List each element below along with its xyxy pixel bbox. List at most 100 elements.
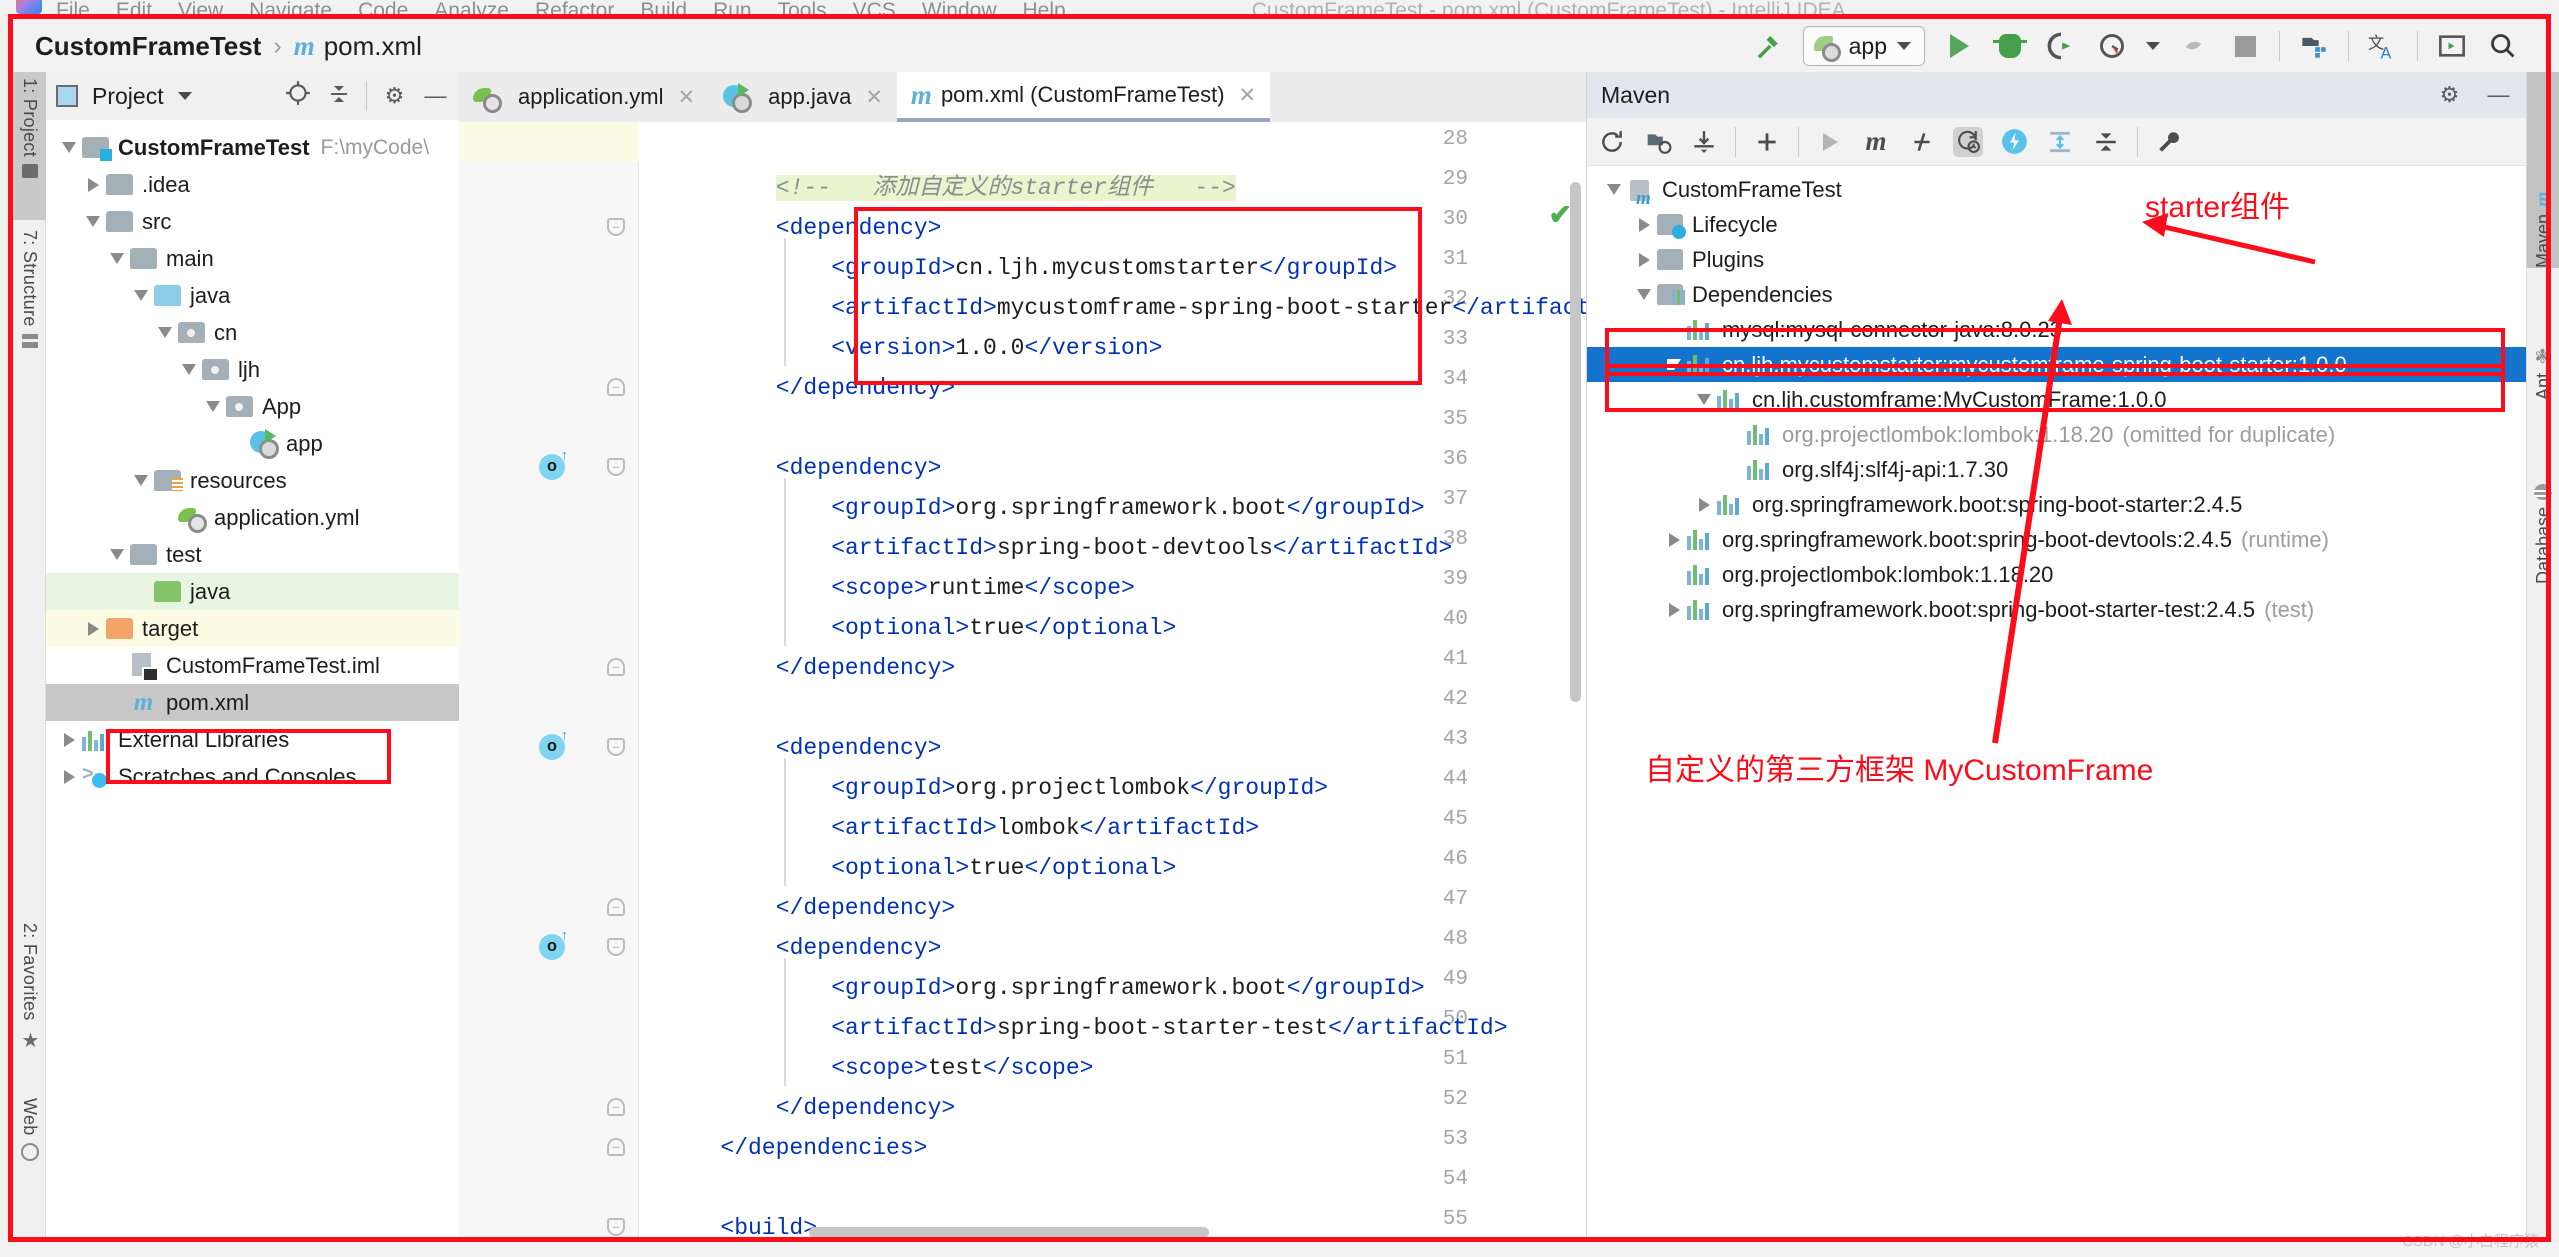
tree-row[interactable]: java [46, 277, 459, 314]
run-icon[interactable] [1942, 29, 1976, 63]
add-icon[interactable] [1752, 127, 1782, 157]
maven-tree-row[interactable]: org.slf4j:slf4j-api:1.7.30 [1587, 452, 2526, 487]
code-line[interactable]: <scope>runtime</scope> [831, 568, 1135, 608]
editor-tab[interactable]: app.java ✕ [709, 72, 897, 122]
close-icon[interactable]: ✕ [865, 85, 883, 110]
menu-item-view[interactable]: View [178, 0, 223, 14]
breadcrumb-file[interactable]: pom.xml [324, 31, 422, 62]
menu-item-navigate[interactable]: Navigate [249, 0, 332, 14]
code-fold-toggle[interactable]: − [607, 1098, 625, 1116]
code-line[interactable]: <groupId>org.projectlombok</groupId> [831, 768, 1328, 808]
maven-settings-icon[interactable] [2154, 127, 2184, 157]
chevron-right-icon[interactable] [1631, 217, 1657, 232]
chevron-down-icon[interactable] [152, 327, 178, 338]
close-icon[interactable]: ✕ [1239, 83, 1257, 108]
chevron-down-icon[interactable] [104, 549, 130, 560]
code-line[interactable]: <scope>test</scope> [831, 1048, 1093, 1088]
editor-tab[interactable]: application.yml ✕ [459, 72, 710, 122]
tree-row[interactable]: App [46, 388, 459, 425]
chevron-down-icon[interactable] [176, 364, 202, 375]
maven-tree-row[interactable]: org.projectlombok:lombok:1.18.20 (omitted… [1587, 417, 2526, 452]
code-editor[interactable]: 282930−31323334−3536o−3738394041−4243o−4… [459, 122, 1586, 1242]
hide-icon[interactable]: — [422, 83, 449, 109]
gutter-override-icon[interactable]: o [539, 928, 569, 960]
tree-row[interactable]: src [46, 203, 459, 240]
gutter-override-icon[interactable]: o [539, 728, 569, 760]
code-line[interactable]: <!-- 添加自定义的starter组件 --> [775, 168, 1236, 208]
hammer-build-icon[interactable] [1752, 29, 1786, 63]
sidebar-item-favorites[interactable]: 2: Favorites ★ [13, 917, 46, 1085]
breadcrumb-project[interactable]: CustomFrameTest [35, 31, 261, 62]
tree-row[interactable]: target [46, 610, 459, 647]
maven-tree-row[interactable]: org.springframework.boot:spring-boot-sta… [1587, 592, 2526, 627]
menu-item-build[interactable]: Build [640, 0, 687, 14]
profiler-chevron-down-icon[interactable] [2146, 42, 2160, 50]
hide-icon[interactable]: — [2485, 82, 2512, 108]
code-line[interactable]: <optional>true</optional> [831, 848, 1176, 888]
tree-row[interactable]: CustomFrameTest F:\myCode\ [46, 129, 459, 166]
reload-all-icon[interactable] [1597, 127, 1627, 157]
menu-item-vcs[interactable]: VCS [853, 0, 896, 14]
sidebar-item-project[interactable]: 1: Project [13, 72, 46, 220]
code-fold-toggle[interactable]: − [607, 1138, 625, 1156]
code-line[interactable]: <build> [720, 1208, 817, 1242]
chevron-down-icon[interactable] [128, 475, 154, 486]
run-configuration-selector[interactable]: app [1802, 26, 1925, 66]
tree-row[interactable]: java [46, 573, 459, 610]
sidebar-item-maven[interactable]: Maven m [2527, 72, 2559, 268]
download-sources-icon[interactable] [1689, 127, 1719, 157]
settings-gear-icon[interactable]: ⚙ [381, 83, 408, 109]
debug-icon[interactable] [1993, 29, 2027, 63]
stop-icon[interactable] [2228, 29, 2262, 63]
menu-item-file[interactable]: File [56, 0, 90, 14]
sidebar-item-structure[interactable]: 7: Structure [13, 224, 46, 400]
chevron-right-icon[interactable] [1661, 532, 1687, 547]
chevron-right-icon[interactable] [56, 732, 82, 747]
show-dependencies-icon[interactable] [1999, 127, 2029, 157]
code-fold-toggle[interactable]: − [607, 218, 625, 236]
maven-tree-row[interactable]: Lifecycle [1587, 207, 2526, 242]
project-structure-icon[interactable] [2297, 29, 2331, 63]
chevron-right-icon[interactable] [56, 769, 82, 784]
menu-item-refactor[interactable]: Refactor [535, 0, 614, 14]
code-line[interactable]: </dependency> [776, 888, 955, 928]
maven-tree-row[interactable]: CustomFrameTest [1587, 172, 2526, 210]
chevron-down-icon[interactable] [1601, 184, 1627, 195]
collapse-all-icon[interactable] [2091, 127, 2121, 157]
toggle-skip-tests-icon[interactable] [1907, 127, 1937, 157]
tree-row[interactable]: cn [46, 314, 459, 351]
code-line[interactable]: </dependency> [776, 1088, 955, 1128]
chevron-right-icon[interactable] [1631, 252, 1657, 267]
code-fold-toggle[interactable]: − [607, 1218, 625, 1236]
collapse-all-icon[interactable] [325, 81, 352, 111]
chevron-down-icon[interactable] [128, 290, 154, 301]
code-line[interactable]: </dependencies> [720, 1128, 927, 1168]
editor-horizontal-scrollbar[interactable] [809, 1227, 1209, 1238]
tree-row[interactable]: ljh [46, 351, 459, 388]
attach-icon[interactable] [2177, 29, 2211, 63]
toggle-offline-icon[interactable] [1953, 126, 1983, 157]
code-line[interactable]: </dependency> [776, 648, 955, 688]
code-fold-toggle[interactable]: − [607, 458, 625, 476]
menu-item-code[interactable]: Code [358, 0, 408, 14]
menu-item-tools[interactable]: Tools [778, 0, 827, 14]
gutter-override-icon[interactable]: o [539, 448, 569, 480]
tree-row[interactable]: test [46, 536, 459, 573]
settings-gear-icon[interactable]: ⚙ [2436, 82, 2463, 108]
code-line[interactable]: <artifactId>lombok</artifactId> [831, 808, 1259, 848]
editor-vertical-scrollbar[interactable] [1570, 182, 1581, 702]
code-line[interactable]: <optional>true</optional> [831, 608, 1176, 648]
run-coverage-icon[interactable] [2044, 29, 2078, 63]
code-line[interactable]: <dependency> [776, 728, 942, 768]
chevron-down-icon[interactable] [177, 92, 192, 100]
chevron-down-icon[interactable] [104, 253, 130, 264]
tree-row[interactable]: resources [46, 462, 459, 499]
tree-row[interactable]: main [46, 240, 459, 277]
chevron-right-icon[interactable] [1661, 602, 1687, 617]
expand-all-icon[interactable] [2045, 127, 2075, 157]
locate-icon[interactable] [284, 80, 311, 112]
maven-tree-row[interactable]: org.springframework.boot:spring-boot-sta… [1587, 487, 2526, 522]
sidebar-item-database[interactable]: Database [2527, 404, 2559, 584]
close-icon[interactable]: ✕ [678, 85, 696, 110]
code-fold-toggle[interactable]: − [607, 898, 625, 916]
